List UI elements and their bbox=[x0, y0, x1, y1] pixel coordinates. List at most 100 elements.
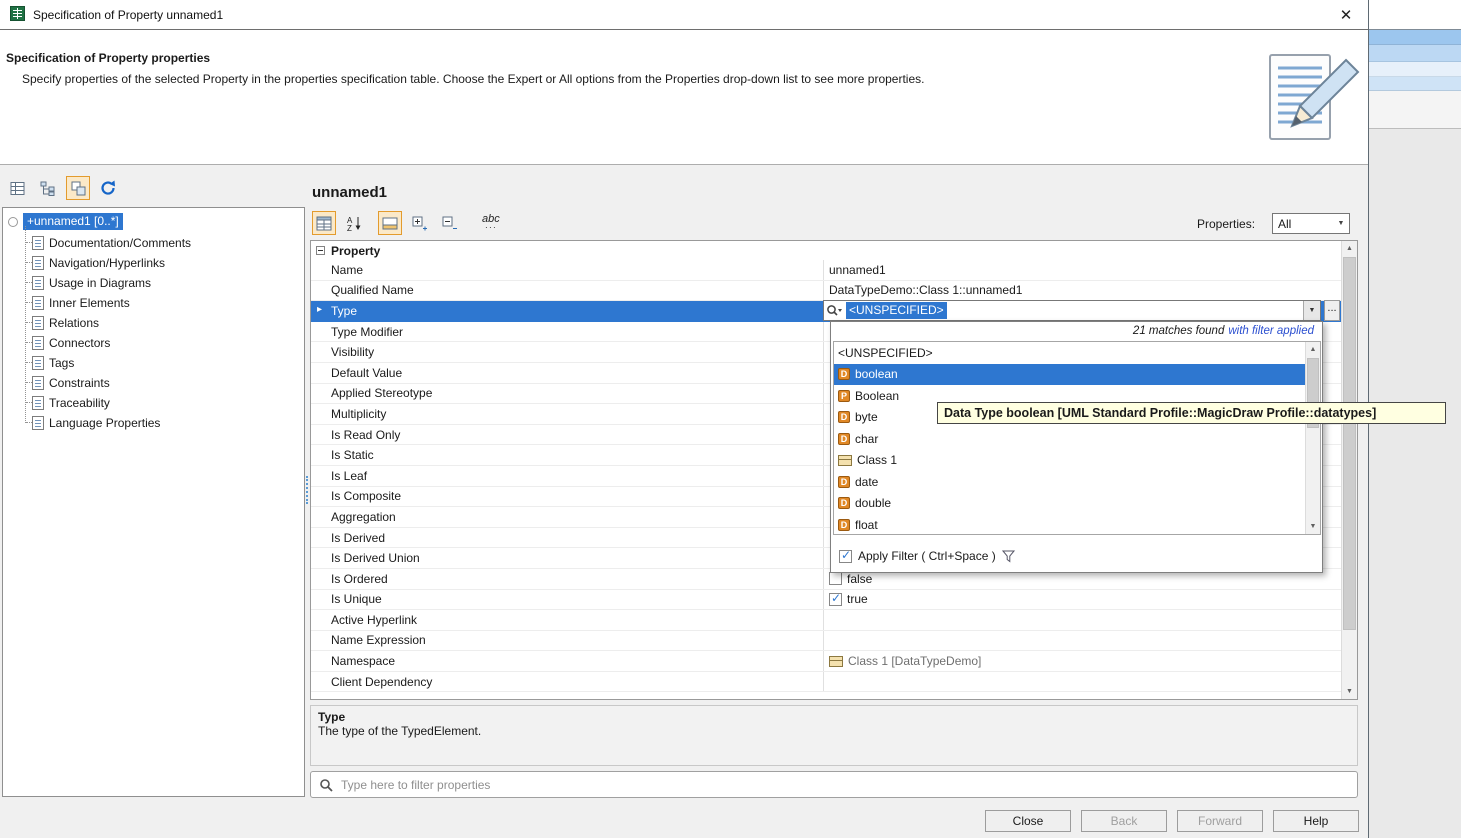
sort-alphabetically-button[interactable]: AZ bbox=[342, 211, 366, 235]
apply-filter-label: Apply Filter ( Ctrl+Space ) bbox=[858, 549, 996, 563]
type-option[interactable]: <UNSPECIFIED> bbox=[834, 342, 1305, 364]
footer-button[interactable]: Forward bbox=[1177, 810, 1263, 832]
type-search-field[interactable]: <UNSPECIFIED> ▼ bbox=[823, 300, 1321, 321]
type-option[interactable]: Class 1 bbox=[834, 450, 1305, 472]
dialog-icon bbox=[10, 6, 25, 24]
type-option[interactable]: date bbox=[834, 471, 1305, 493]
property-label-cell: ▸ Is Unique bbox=[311, 590, 823, 610]
scroll-up-icon[interactable]: ▲ bbox=[1306, 342, 1320, 357]
table-view-icon bbox=[10, 181, 26, 196]
tree-item[interactable]: Language Properties bbox=[3, 413, 304, 433]
close-icon[interactable]: ✕ bbox=[1334, 6, 1358, 24]
tree-item[interactable]: Relations bbox=[3, 313, 304, 333]
expand-nodes-button[interactable] bbox=[408, 211, 432, 235]
property-label: Name bbox=[331, 263, 363, 277]
background-row bbox=[1369, 0, 1461, 30]
type-option[interactable]: boolean bbox=[834, 364, 1305, 386]
tree-item-label: Language Properties bbox=[49, 416, 160, 430]
value-checkbox[interactable] bbox=[829, 593, 842, 606]
property-value-cell[interactable]: true bbox=[823, 590, 1341, 610]
type-editor-value: <UNSPECIFIED> bbox=[846, 302, 947, 319]
value-checkbox[interactable] bbox=[829, 572, 842, 585]
property-label: Type bbox=[331, 304, 357, 318]
property-value: DataTypeDemo::Class 1::unnamed1 bbox=[829, 283, 1022, 297]
combo-dropdown-button[interactable]: ▼ bbox=[1303, 301, 1320, 320]
type-browse-button[interactable]: ... bbox=[1324, 300, 1340, 321]
property-row[interactable]: ▸ Is Unique true bbox=[311, 590, 1341, 611]
screen: Specification of Property unnamed1 ✕ Spe… bbox=[0, 0, 1461, 838]
show-description-button[interactable] bbox=[378, 211, 402, 235]
type-option-label: char bbox=[855, 432, 878, 446]
refresh-button[interactable] bbox=[96, 176, 120, 200]
tree-item[interactable]: Traceability bbox=[3, 393, 304, 413]
tree-view-button[interactable] bbox=[36, 176, 60, 200]
tree-item[interactable]: Documentation/Comments bbox=[3, 233, 304, 253]
document-icon bbox=[32, 376, 44, 390]
filter-properties-input[interactable] bbox=[341, 778, 1349, 792]
footer-button[interactable]: Back bbox=[1081, 810, 1167, 832]
property-label-cell: ▸ Active Hyperlink bbox=[311, 610, 823, 630]
property-group-header[interactable]: Property bbox=[311, 241, 1357, 260]
tree-item[interactable]: Connectors bbox=[3, 333, 304, 353]
property-label: Aggregation bbox=[331, 510, 396, 524]
property-row[interactable]: ▸ Namespace Class 1 [DataTypeDemo] bbox=[311, 651, 1341, 672]
tree-item[interactable]: Navigation/Hyperlinks bbox=[3, 253, 304, 273]
collapse-nodes-button[interactable] bbox=[438, 211, 462, 235]
property-label-cell: ▸ Is Derived Union bbox=[311, 548, 823, 568]
property-value: unnamed1 bbox=[829, 263, 886, 277]
panel-splitter-handle[interactable] bbox=[306, 476, 308, 504]
tooltip: Data Type boolean [UML Standard Profile:… bbox=[937, 402, 1446, 424]
property-value-cell[interactable] bbox=[823, 610, 1341, 630]
spelling-abc-icon[interactable]: abc··· bbox=[482, 215, 500, 231]
type-option[interactable]: char bbox=[834, 428, 1305, 450]
property-value-cell[interactable] bbox=[823, 631, 1341, 651]
property-label: Is Static bbox=[331, 448, 374, 462]
scroll-up-icon[interactable]: ▲ bbox=[1342, 241, 1357, 256]
properties-label: Properties: bbox=[1197, 217, 1255, 231]
banner-title: Specification of Property properties bbox=[6, 51, 210, 65]
type-option[interactable]: double bbox=[834, 493, 1305, 515]
properties-mode-dropdown[interactable]: All ▼ bbox=[1272, 213, 1350, 234]
property-row[interactable]: ▸ Client Dependency bbox=[311, 672, 1341, 693]
document-icon bbox=[32, 256, 44, 270]
tree-items: Documentation/Comments Navigation/Hyperl… bbox=[3, 233, 304, 433]
property-row[interactable]: ▸ Name Expression bbox=[311, 631, 1341, 652]
type-dropdown-popup: 21 matches found with filter applied <UN… bbox=[830, 321, 1323, 573]
property-label-cell: ▸ Client Dependency bbox=[311, 672, 823, 692]
with-filter-applied-link[interactable]: with filter applied bbox=[1228, 325, 1314, 337]
tree-item[interactable]: Constraints bbox=[3, 373, 304, 393]
property-row[interactable]: ▸ Name unnamed1 bbox=[311, 260, 1341, 281]
dropdown-scrollbar[interactable]: ▲ ▼ bbox=[1305, 342, 1320, 534]
property-label-cell: ▸ Qualified Name bbox=[311, 281, 823, 301]
type-option-label: Boolean bbox=[855, 389, 899, 403]
tree-item-label: Constraints bbox=[49, 376, 110, 390]
property-value-cell[interactable]: unnamed1 bbox=[823, 260, 1341, 280]
property-value-cell[interactable] bbox=[823, 672, 1341, 692]
usages-toggle-button[interactable] bbox=[66, 176, 90, 200]
property-row[interactable]: ▸ Active Hyperlink bbox=[311, 610, 1341, 631]
table-scrollbar[interactable]: ▲ ▼ bbox=[1341, 241, 1357, 699]
tree-item[interactable]: Usage in Diagrams bbox=[3, 273, 304, 293]
datatype-icon bbox=[838, 455, 852, 466]
scroll-down-icon[interactable]: ▼ bbox=[1342, 684, 1357, 699]
background-row bbox=[1369, 62, 1461, 77]
property-value-cell[interactable]: Class 1 [DataTypeDemo] bbox=[823, 651, 1341, 671]
tree-item[interactable]: Inner Elements bbox=[3, 293, 304, 313]
categorized-view-button[interactable] bbox=[312, 211, 336, 235]
property-row[interactable]: ▸ Qualified Name DataTypeDemo::Class 1::… bbox=[311, 281, 1341, 302]
footer-button[interactable]: Help bbox=[1273, 810, 1359, 832]
footer-button[interactable]: Close bbox=[985, 810, 1071, 832]
background-row bbox=[1369, 129, 1461, 838]
scrollbar-thumb[interactable] bbox=[1343, 257, 1356, 630]
tree-item[interactable]: Tags bbox=[3, 353, 304, 373]
apply-filter-checkbox[interactable] bbox=[839, 550, 852, 563]
dialog-titlebar[interactable]: Specification of Property unnamed1 ✕ bbox=[0, 0, 1368, 30]
type-option-label: byte bbox=[855, 410, 878, 424]
collapse-group-icon[interactable] bbox=[316, 246, 325, 255]
type-option[interactable]: float bbox=[834, 514, 1305, 535]
background-row bbox=[1369, 45, 1461, 62]
scroll-down-icon[interactable]: ▼ bbox=[1306, 519, 1320, 534]
property-label-cell: ▸ Is Leaf bbox=[311, 466, 823, 486]
table-view-button[interactable] bbox=[6, 176, 30, 200]
property-value-cell[interactable]: DataTypeDemo::Class 1::unnamed1 bbox=[823, 281, 1341, 301]
